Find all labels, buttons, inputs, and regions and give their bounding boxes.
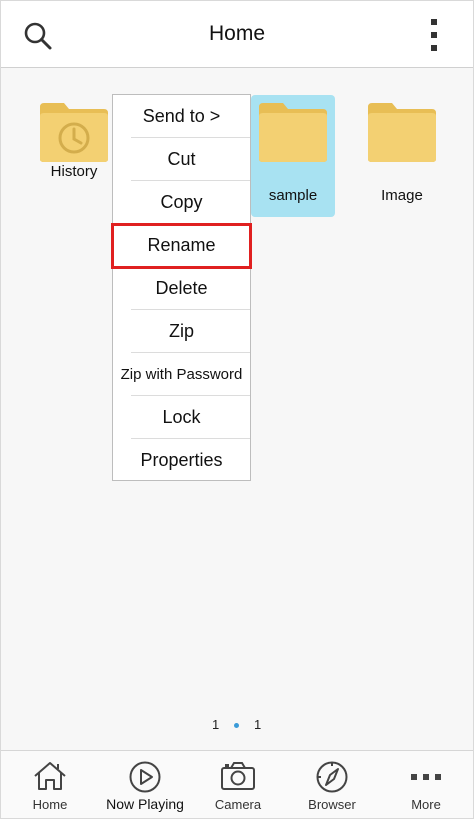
menu-item-cut[interactable]: Cut [113,138,250,181]
menu-item-lock[interactable]: Lock [113,396,250,439]
tab-now-playing[interactable]: Now Playing [98,751,192,818]
more-dots-icon [411,774,441,780]
tab-more[interactable]: More [379,751,473,818]
rename-highlight-box [111,223,252,269]
folder-history[interactable]: History [32,101,116,204]
page-number-left: 1 [212,717,220,732]
tab-home[interactable]: Home [3,751,97,818]
camera-icon [221,762,255,790]
page-title: Home [208,22,266,45]
tab-browser[interactable]: Browser [285,751,379,818]
tab-label: Camera [214,797,262,812]
home-icon [34,762,66,790]
tab-label: Now Playing [106,796,184,812]
folder-image[interactable]: Image [360,101,444,204]
menu-item-delete[interactable]: Delete [113,267,250,310]
page-indicator: 1 1 [1,717,473,735]
page-number-right: 1 [254,717,262,732]
app-screen: Home History sample Image Send to > Cut … [1,1,473,818]
compass-icon [316,761,348,793]
tab-bar: Home Now Playing Camera Browser More [1,750,473,818]
folder-sample[interactable]: sample [251,101,335,204]
top-bar: Home [1,1,473,68]
tab-label: Browser [308,797,356,812]
folder-label: Image [381,187,423,204]
current-page-dot[interactable] [234,723,239,728]
context-menu: Send to > Cut Copy Rename Delete Zip Zip… [112,94,251,481]
tab-label: Home [32,797,68,812]
vertical-ellipsis-icon[interactable] [425,18,443,52]
menu-item-zip[interactable]: Zip [113,310,250,353]
menu-item-properties[interactable]: Properties [113,439,250,482]
play-icon [129,761,161,793]
tab-label: More [411,797,441,812]
tab-camera[interactable]: Camera [191,751,285,818]
menu-item-copy[interactable]: Copy [113,181,250,224]
folder-label: sample [268,187,318,204]
menu-item-send-to[interactable]: Send to > [113,95,250,138]
menu-item-zip-with-password[interactable]: Zip with Password [113,353,250,396]
folder-label: History [50,163,98,180]
